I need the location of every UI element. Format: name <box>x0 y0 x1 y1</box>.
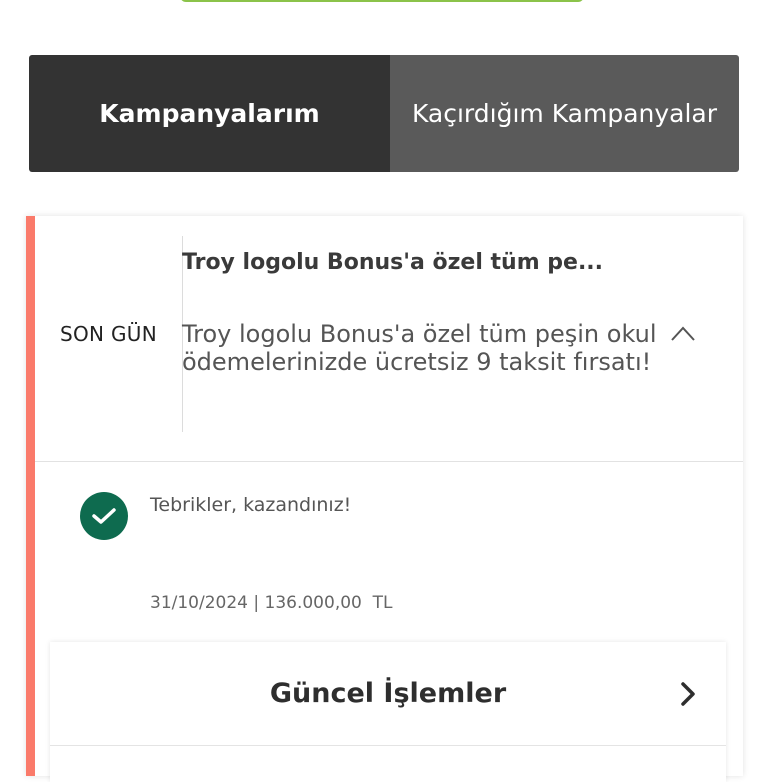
chevron-right-icon <box>680 681 696 707</box>
card-accent-stripe <box>26 216 35 776</box>
campaign-description: Troy logolu Bonus'a özel tüm peşin okul … <box>182 320 657 376</box>
campaign-card: SON GÜN Troy logolu Bonus'a özel tüm pe.… <box>26 216 743 782</box>
last-day-label: SON GÜN <box>60 322 157 346</box>
current-transactions-row[interactable]: Güncel İşlemler <box>50 642 726 744</box>
campaign-date-amount: 31/10/2024 | 136.000,00 TL <box>150 593 393 613</box>
campaign-tabs: Kampanyalarım Kaçırdığım Kampanyalar <box>29 55 739 172</box>
check-circle-icon <box>80 492 128 540</box>
tab-missed-campaigns[interactable]: Kaçırdığım Kampanyalar <box>390 55 739 172</box>
current-transactions-panel: Güncel İşlemler <box>50 642 726 782</box>
top-action-bar-edge <box>180 0 584 2</box>
chevron-up-icon[interactable] <box>670 324 696 344</box>
tab-my-campaigns-label: Kampanyalarım <box>99 99 320 128</box>
status-message: Tebrikler, kazandınız! <box>150 494 352 516</box>
last-day-badge: SON GÜN <box>35 236 183 432</box>
panel-divider <box>50 745 726 746</box>
campaign-title: Troy logolu Bonus'a özel tüm pe... <box>182 250 604 275</box>
tab-my-campaigns[interactable]: Kampanyalarım <box>29 55 390 172</box>
card-divider <box>35 461 743 462</box>
tab-missed-campaigns-label: Kaçırdığım Kampanyalar <box>411 99 718 128</box>
current-transactions-title: Güncel İşlemler <box>269 677 507 709</box>
